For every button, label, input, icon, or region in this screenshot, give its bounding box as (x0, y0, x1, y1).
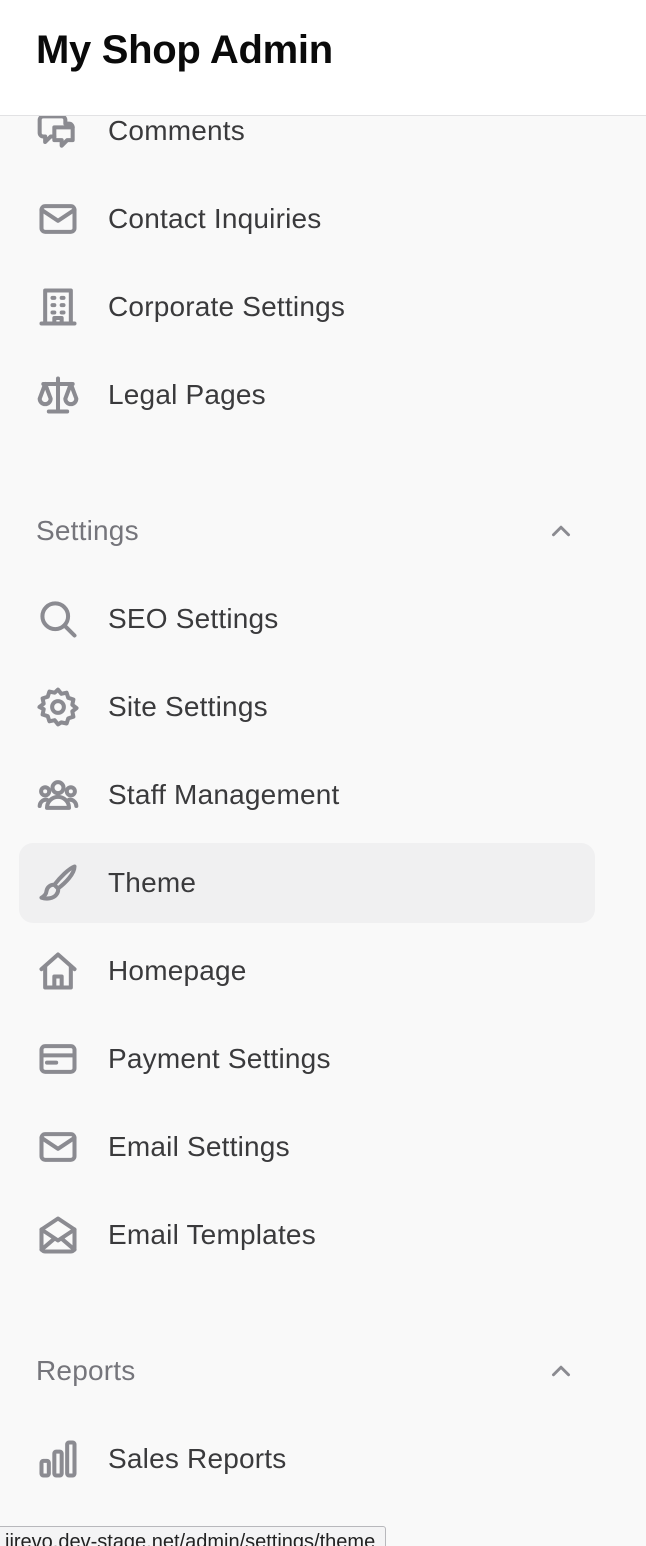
sidebar-item-label: Email Templates (108, 1219, 316, 1250)
brush-icon (36, 861, 80, 905)
sidebar-item-label: Homepage (108, 955, 247, 986)
scale-icon (36, 373, 80, 417)
credit-card-icon (36, 1037, 80, 1081)
sidebar-item-contact-inquiries[interactable]: Contact Inquiries (19, 179, 595, 259)
section-header-reports[interactable]: Reports (36, 1346, 576, 1396)
mail-icon (36, 1125, 80, 1169)
mail-open-icon (36, 1213, 80, 1257)
users-icon (36, 773, 80, 817)
sidebar-item-comments[interactable]: Comments (19, 116, 595, 171)
sidebar-item-sales-reports[interactable]: Sales Reports (19, 1419, 595, 1499)
gear-icon (36, 685, 80, 729)
chevron-up-icon[interactable] (546, 1356, 576, 1386)
sidebar-item-legal-pages[interactable]: Legal Pages (19, 355, 595, 435)
sidebar-item-label: SEO Settings (108, 603, 279, 634)
sidebar-item-label: Theme (108, 867, 197, 898)
comments-icon (36, 116, 80, 153)
status-url-tooltip: jirevo.dev-stage.net/admin/settings/them… (0, 1526, 387, 1546)
sidebar-item-label: Payment Settings (108, 1043, 331, 1074)
sidebar-item-homepage[interactable]: Homepage (19, 931, 595, 1011)
sidebar-item-payment-settings[interactable]: Payment Settings (19, 1019, 595, 1099)
sidebar-item-label: Sales Reports (108, 1443, 287, 1474)
section-header-settings[interactable]: Settings (36, 506, 576, 556)
sidebar-item-site-settings[interactable]: Site Settings (19, 667, 595, 747)
sidebar-item-email-templates[interactable]: Email Templates (19, 1195, 595, 1275)
sidebar-item-label: Email Settings (108, 1131, 290, 1162)
sidebar-item-label: Staff Management (108, 779, 340, 810)
sidebar: Comments Contact Inquiries Corporate Set… (0, 116, 646, 1546)
sidebar-item-staff-management[interactable]: Staff Management (19, 755, 595, 835)
home-icon (36, 949, 80, 993)
sidebar-item-label: Contact Inquiries (108, 203, 322, 234)
building-icon (36, 285, 80, 329)
section-title: Reports (36, 1355, 136, 1386)
chevron-up-icon[interactable] (546, 516, 576, 546)
sidebar-item-corporate-settings[interactable]: Corporate Settings (19, 267, 595, 347)
section-title: Settings (36, 515, 139, 546)
app-header: My Shop Admin (0, 0, 646, 116)
bar-chart-icon (36, 1437, 80, 1481)
sidebar-item-theme[interactable]: Theme (19, 843, 595, 923)
search-icon (36, 597, 80, 641)
sidebar-item-seo-settings[interactable]: SEO Settings (19, 579, 595, 659)
sidebar-item-label: Comments (108, 116, 245, 146)
app-title: My Shop Admin (36, 28, 333, 72)
sidebar-item-label: Legal Pages (108, 379, 266, 410)
sidebar-item-email-settings[interactable]: Email Settings (19, 1107, 595, 1187)
mail-icon (36, 197, 80, 241)
sidebar-item-label: Corporate Settings (108, 291, 346, 322)
sidebar-item-label: Site Settings (108, 691, 268, 722)
